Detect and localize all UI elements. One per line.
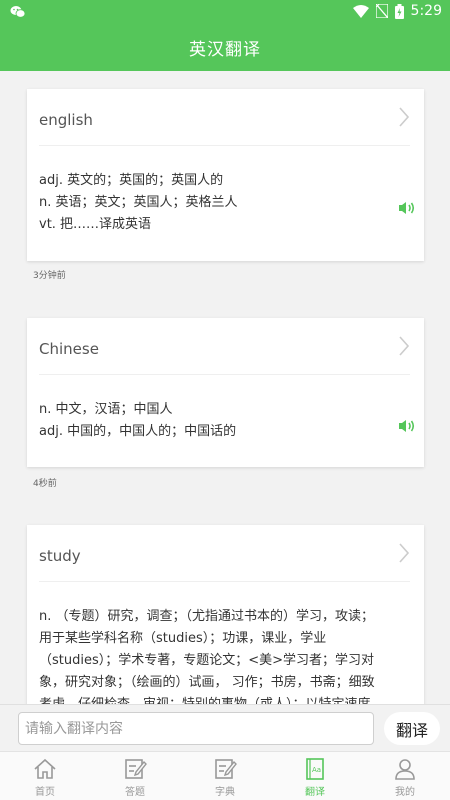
home-icon (34, 758, 56, 779)
tab-quiz[interactable]: 答题 (90, 752, 180, 800)
wifi-icon (352, 4, 369, 18)
battery-icon (394, 3, 404, 19)
entry-definitions: adj. 英文的；英国的；英国人的 n. 英语；英文；英国人；英格兰人 vt. … (39, 173, 238, 232)
tab-home[interactable]: 首页 (0, 752, 90, 800)
wechat-icon (10, 4, 26, 23)
page-title: 英汉翻译 (189, 40, 261, 60)
entry-timestamp: 3分钟前 (33, 271, 66, 281)
translation-card-chinese[interactable]: Chinese n. 中文，汉语；中国人 adj. 中国的，中国人的；中国话的 (27, 318, 424, 467)
entry-word: english (39, 111, 93, 129)
tab-profile[interactable]: 我的 (360, 752, 450, 800)
chevron-right-icon[interactable] (398, 336, 410, 356)
divider (39, 374, 410, 375)
translate-button[interactable]: 翻译 (384, 712, 440, 745)
translate-input-bar: 翻译 (0, 704, 450, 751)
title-bar: 英汉翻译 (0, 24, 450, 71)
edit-icon (125, 759, 147, 779)
chevron-right-icon[interactable] (398, 543, 410, 563)
status-bar: 5:29 (0, 0, 450, 24)
person-icon (395, 759, 415, 780)
entry-timestamp: 4秒前 (33, 479, 57, 489)
entry-definitions: n. 中文，汉语；中国人 adj. 中国的，中国人的；中国话的 (39, 402, 237, 439)
no-sim-icon (375, 4, 388, 18)
chevron-right-icon[interactable] (398, 107, 410, 127)
status-icons: 5:29 (352, 3, 442, 19)
svg-text:Aa: Aa (312, 766, 321, 774)
history-list[interactable]: english adj. 英文的；英国的；英国人的 n. 英语；英文；英国人；英… (0, 71, 450, 704)
entry-word: study (39, 547, 81, 565)
divider (39, 145, 410, 146)
entry-definitions: n. （专题）研究，调查；（尤指通过书本的）学习，攻读； 用于某些学科名称（st… (39, 609, 375, 704)
clock: 5:29 (410, 3, 442, 19)
bottom-tab-bar: 首页 答题 字典 Aa 翻译 我的 (0, 751, 450, 800)
edit-icon (215, 759, 237, 779)
translation-card-english[interactable]: english adj. 英文的；英国的；英国人的 n. 英语；英文；英国人；英… (27, 89, 424, 261)
tab-dictionary[interactable]: 字典 (180, 752, 270, 800)
dictionary-icon: Aa (306, 758, 324, 780)
divider (39, 581, 410, 582)
translation-card-study[interactable]: study n. （专题）研究，调查；（尤指通过书本的）学习，攻读； 用于某些学… (27, 525, 424, 704)
entry-word: Chinese (39, 340, 99, 358)
speaker-icon[interactable] (398, 419, 416, 433)
speaker-icon[interactable] (398, 201, 416, 215)
tab-translate[interactable]: Aa 翻译 (270, 752, 360, 800)
translate-input[interactable] (18, 712, 374, 745)
